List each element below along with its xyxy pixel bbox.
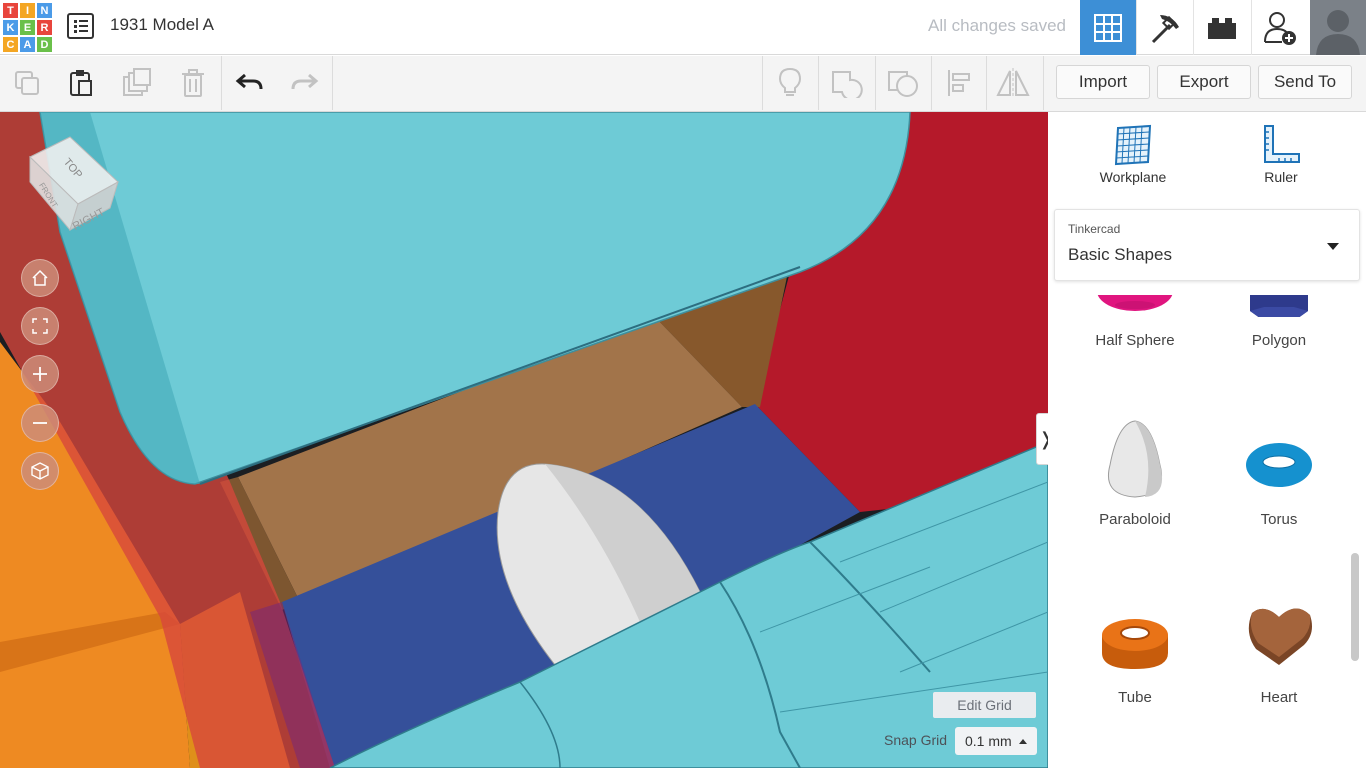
zoom-in-icon[interactable] [21,355,59,393]
torus-icon [1246,443,1312,487]
logo-letter: I [20,3,35,18]
ungroup-icon[interactable] [876,56,930,110]
logo-letter: R [37,20,52,35]
caret-down-icon [1327,243,1339,250]
pickaxe-icon[interactable] [1136,0,1192,55]
mirror-icon[interactable] [986,56,1040,110]
zoom-out-icon[interactable] [21,404,59,442]
ruler-label: Ruler [1264,169,1298,185]
shape-tube[interactable]: Tube [1060,593,1210,713]
duplicate-icon[interactable] [110,56,164,110]
edit-grid-button[interactable]: Edit Grid [933,692,1036,718]
fit-view-icon[interactable] [21,307,59,345]
tinkercad-logo[interactable]: T I N K E R C A D [3,3,52,52]
shape-paraboloid[interactable]: Paraboloid [1060,415,1210,535]
snap-grid-value: 0.1 mm [965,733,1012,749]
caret-up-icon [1019,739,1027,744]
brick-icon[interactable] [1193,0,1249,55]
heart-icon [1248,608,1312,665]
shape-torus[interactable]: Torus [1204,415,1354,535]
shapes-scrollbar[interactable] [1351,553,1359,661]
toolbar-divider [1043,56,1044,110]
design-title[interactable]: 1931 Model A [110,15,214,35]
shape-half-sphere[interactable]: Half Sphere [1060,295,1210,375]
home-icon[interactable] [21,259,59,297]
shape-label: Heart [1260,689,1298,706]
align-icon[interactable] [932,56,986,110]
toolbar-divider [818,56,819,110]
library-provider: Tinkercad [1068,222,1121,236]
undo-icon[interactable] [223,56,277,110]
logo-letter: A [20,37,35,52]
ruler-button[interactable]: Ruler [1226,124,1336,185]
3d-view-grid-icon[interactable] [1080,0,1136,55]
shape-label: Polygon [1251,332,1307,349]
toolbar-divider [221,56,222,110]
add-user-icon[interactable] [1251,0,1307,55]
logo-letter: D [37,37,52,52]
shape-polygon[interactable]: Polygon [1204,295,1354,375]
import-button[interactable]: Import [1056,65,1150,99]
logo-letter: T [3,3,18,18]
show-all-icon[interactable] [763,56,817,110]
avatar[interactable] [1310,0,1366,55]
redo-icon[interactable] [277,56,331,110]
paraboloid-icon [1108,420,1163,498]
workplane-label: Workplane [1099,169,1167,185]
export-button[interactable]: Export [1157,65,1251,99]
shapes-panel: Workplane Ruler Tinkercad Basic Shapes H… [1048,112,1366,768]
shape-label: Tube [1118,689,1152,706]
projection-icon[interactable] [21,452,59,490]
3d-scene[interactable]: TOP FRONT RIGHT [0,112,1048,768]
top-bar: T I N K E R C A D 1931 Model A All chang… [0,0,1366,55]
logo-letter: N [37,3,52,18]
panel-collapse-tab[interactable]: ❭ [1036,413,1048,465]
shape-heart[interactable]: Heart [1204,593,1354,713]
snap-grid-label: Snap Grid [884,732,948,748]
toolbar-divider [332,56,333,110]
design-list-icon[interactable] [67,13,94,39]
logo-letter: K [3,20,18,35]
paste-icon[interactable] [54,56,108,110]
shape-library-dropdown[interactable]: Tinkercad Basic Shapes [1054,209,1360,281]
half-sphere-icon [1097,295,1173,311]
save-status: All changes saved [928,16,1066,35]
snap-grid-select[interactable]: 0.1 mm [955,727,1037,755]
group-icon[interactable] [820,56,874,110]
library-name: Basic Shapes [1068,245,1172,264]
ruler-icon [1264,125,1300,163]
polygon-icon [1250,295,1308,317]
workplane-button[interactable]: Workplane [1078,124,1188,185]
3d-workplane-viewport[interactable]: TOP FRONT RIGHT ❭ Edit Grid Snap Grid 0.… [0,112,1048,768]
shape-label: Torus [1260,511,1298,528]
logo-letter: E [20,20,35,35]
logo-letter: C [3,37,18,52]
shapes-list: Half Sphere Polygon Paraboloid Torus Tub… [1048,295,1366,768]
workplane-icon [1114,124,1152,166]
shape-label: Paraboloid [1099,511,1171,528]
send-to-button[interactable]: Send To [1258,65,1352,99]
copy-icon[interactable] [0,56,54,110]
edit-toolbar: Import Export Send To [0,56,1366,112]
tube-icon [1102,619,1168,669]
delete-icon[interactable] [166,56,220,110]
shape-label: Half Sphere [1095,332,1175,349]
